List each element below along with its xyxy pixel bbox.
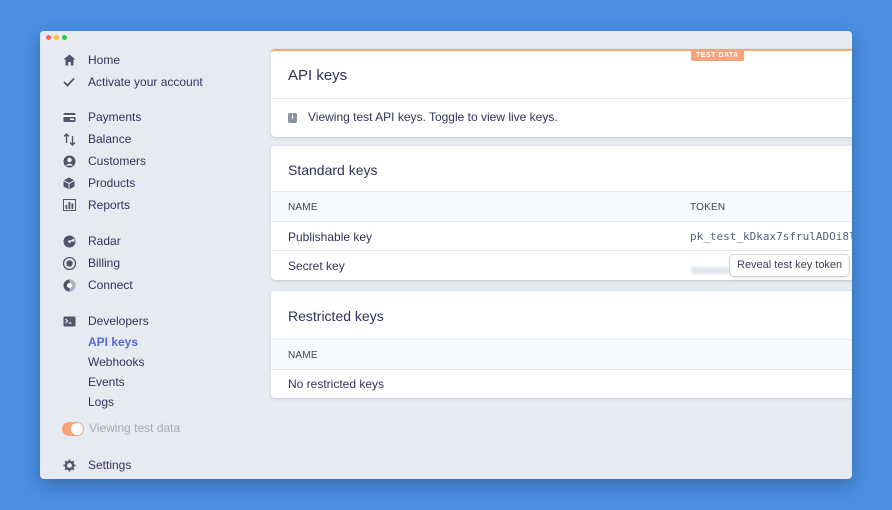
connect-icon	[62, 278, 76, 292]
sidebar-item-activate-account[interactable]: Activate your account	[62, 72, 203, 92]
sidebar-item-radar[interactable]: Radar	[62, 231, 121, 251]
sidebar-item-balance[interactable]: Balance	[62, 129, 131, 149]
publishable-key-token[interactable]: pk_test_kDkax7sfrulADOi8l	[690, 230, 852, 243]
restricted-keys-card: Restricted keys NAME No restricted keys	[271, 291, 852, 398]
sidebar-item-billing[interactable]: Billing	[62, 253, 120, 273]
sidebar-item-label: Home	[88, 53, 121, 67]
standard-keys-header-row: NAME TOKEN	[271, 191, 852, 222]
sidebar-item-developers[interactable]: Developers	[62, 311, 149, 331]
toggle-knob	[71, 423, 83, 435]
checkmark-icon	[62, 75, 76, 89]
sidebar-item-label: Products	[88, 176, 136, 190]
api-keys-card: API keys i Viewing test API keys. Toggle…	[271, 49, 852, 137]
sidebar-item-label: Billing	[88, 256, 121, 270]
divider	[271, 98, 852, 99]
payments-icon	[62, 110, 76, 124]
test-data-toggle[interactable]	[62, 422, 84, 436]
reveal-test-key-button[interactable]: Reveal test key token	[730, 255, 850, 276]
key-name: Publishable key	[288, 230, 373, 244]
balance-icon	[62, 132, 76, 146]
sidebar-item-settings[interactable]: Settings	[62, 455, 131, 475]
sidebar-subitem-logs[interactable]: Logs	[88, 395, 114, 411]
sidebar-item-reports[interactable]: Reports	[62, 195, 130, 215]
sidebar-item-home[interactable]: Home	[62, 50, 120, 70]
test-data-badge: TEST DATA	[691, 50, 744, 61]
minimize-window-button[interactable]	[54, 35, 59, 40]
sidebar-subitem-events[interactable]: Events	[88, 375, 125, 391]
info-icon: i	[288, 113, 297, 123]
sidebar-subitem-webhooks[interactable]: Webhooks	[88, 355, 144, 371]
column-header-token: TOKEN	[690, 202, 726, 213]
sidebar-item-customers[interactable]: Customers	[62, 151, 146, 171]
billing-icon	[62, 256, 76, 270]
sidebar-item-connect[interactable]: Connect	[62, 275, 133, 295]
sidebar-item-label: Balance	[88, 132, 132, 146]
restricted-keys-title: Restricted keys	[288, 308, 384, 324]
test-data-toggle-label: Viewing test data	[89, 421, 181, 435]
restricted-keys-header-row: NAME	[271, 339, 852, 370]
column-header-name: NAME	[288, 202, 318, 213]
close-window-button[interactable]	[46, 35, 51, 40]
reports-icon	[62, 198, 76, 212]
radar-icon	[62, 234, 76, 248]
sidebar-item-label: Settings	[88, 458, 132, 472]
sidebar-item-label: Developers	[88, 314, 149, 328]
products-icon	[62, 176, 76, 190]
sidebar-item-label: Payments	[88, 110, 142, 124]
divider	[271, 250, 852, 251]
sidebar-item-label: Connect	[88, 278, 133, 292]
sidebar-subitem-api-keys[interactable]: API keys	[88, 335, 138, 351]
sidebar-item-label: Activate your account	[88, 75, 203, 89]
hidden-secret-key-token	[691, 267, 729, 274]
sidebar-item-label: Radar	[88, 234, 121, 248]
sidebar-item-products[interactable]: Products	[62, 173, 135, 193]
sidebar-item-label: Reports	[88, 198, 131, 212]
key-name: Secret key	[288, 259, 345, 273]
terminal-icon	[62, 314, 76, 328]
sidebar-item-label: Customers	[88, 154, 147, 168]
gear-icon	[62, 458, 76, 472]
page-title: API keys	[288, 67, 348, 84]
home-icon	[62, 53, 76, 67]
customers-icon	[62, 154, 76, 168]
sidebar-item-payments[interactable]: Payments	[62, 107, 141, 127]
standard-keys-card: Standard keys NAME TOKEN Publishable key…	[271, 146, 852, 280]
title-bar	[40, 31, 852, 43]
maximize-window-button[interactable]	[62, 35, 67, 40]
app-window: Home Activate your account Payments Bala…	[40, 31, 852, 479]
standard-keys-title: Standard keys	[288, 162, 378, 178]
test-mode-info-text: Viewing test API keys. Toggle to view li…	[308, 110, 558, 124]
empty-state-text: No restricted keys	[288, 377, 385, 391]
column-header-name: NAME	[288, 350, 318, 361]
